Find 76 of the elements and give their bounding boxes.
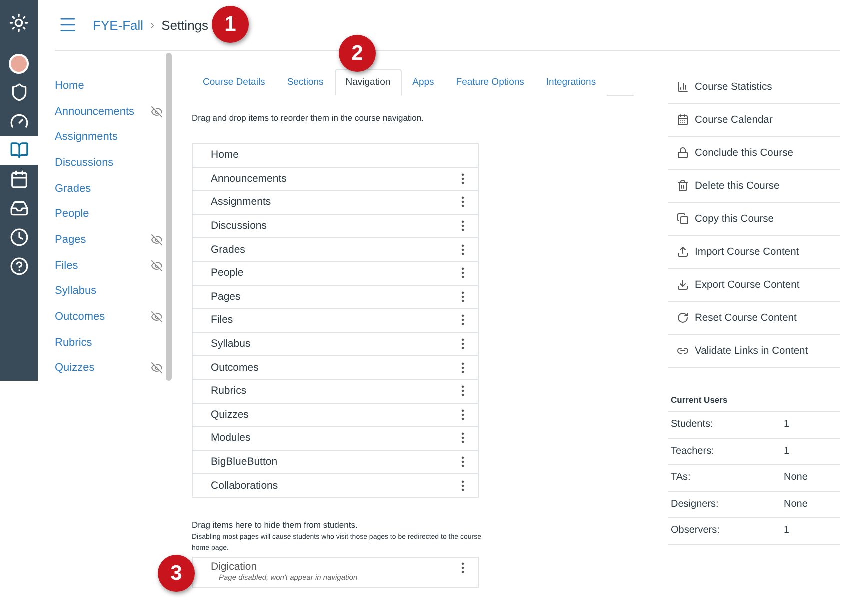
sidebar-action-link[interactable]: Copy this Course <box>668 203 840 236</box>
nav-item-row[interactable]: People <box>193 262 478 286</box>
sidebar-action-link[interactable]: Import Course Content <box>668 236 840 269</box>
course-nav-link[interactable]: Grades <box>55 176 163 202</box>
nav-item-row[interactable]: Assignments <box>193 191 478 215</box>
breadcrumb-current: Settings <box>162 18 209 32</box>
nav-item-row[interactable]: Home <box>193 144 478 168</box>
role-label: Teachers: <box>671 446 716 457</box>
download-icon <box>677 279 689 291</box>
help-icon[interactable] <box>10 257 28 276</box>
course-nav-link[interactable]: People <box>55 201 163 228</box>
course-nav-link[interactable]: Syllabus <box>55 278 163 304</box>
nav-item-row[interactable]: Modules <box>193 427 478 451</box>
course-nav-link[interactable]: Discussions <box>55 150 163 176</box>
calendar-icon <box>677 114 689 126</box>
sidebar-action-link[interactable]: Validate Links in Content <box>668 335 840 368</box>
breadcrumb-link[interactable]: FYE-Fall <box>93 18 144 32</box>
avatar-icon[interactable] <box>9 54 29 74</box>
course-nav-link[interactable]: Rubrics <box>55 330 163 356</box>
sidebar-action-link[interactable]: Course Calendar <box>668 104 840 137</box>
upload-icon <box>677 246 689 258</box>
instructions-text: Drag and drop items to reorder them in the course navigation. <box>192 113 425 123</box>
sidebar-action-link[interactable]: Delete this Course <box>668 170 840 203</box>
nav-item-row[interactable]: Pages <box>193 286 478 310</box>
disabled-item-label: Digication <box>211 560 258 573</box>
nav-item-row[interactable]: Files <box>193 309 478 333</box>
sidebar-action-link[interactable]: Export Course Content <box>668 269 840 302</box>
book-icon[interactable] <box>10 141 28 160</box>
scrollbar[interactable] <box>166 53 172 381</box>
callout-badge: 2 <box>339 35 376 72</box>
role-count: 1 <box>784 525 791 536</box>
trash-icon <box>677 180 689 192</box>
nav-item-row[interactable]: Announcements <box>193 168 478 192</box>
current-users-heading: Current Users <box>668 395 840 412</box>
nav-item-row[interactable]: Outcomes <box>193 356 478 380</box>
copy-icon <box>677 213 689 225</box>
calendar-icon[interactable] <box>10 170 28 189</box>
bar-chart-icon <box>677 81 689 93</box>
role-count: None <box>784 498 809 510</box>
dashboard-icon[interactable] <box>10 112 28 131</box>
nav-item-row[interactable]: Discussions <box>193 214 478 238</box>
role-label: Observers: <box>671 525 721 536</box>
nav-item-row[interactable]: Collaborations <box>193 474 478 498</box>
course-nav-link[interactable]: Assignments <box>55 124 163 150</box>
role-label: Designers: <box>671 498 720 510</box>
role-label: Students: <box>671 419 714 430</box>
callout-badge: 1 <box>212 6 249 43</box>
role-count: 1 <box>784 419 791 430</box>
nav-item-row[interactable]: BigBlueButton <box>193 450 478 474</box>
sidebar-action-link[interactable]: Conclude this Course <box>668 137 840 170</box>
course-nav-link[interactable]: Quizzes <box>55 355 163 382</box>
settings-tab[interactable]: Navigation <box>334 69 402 96</box>
link-icon <box>677 345 689 357</box>
inbox-icon[interactable] <box>10 199 28 218</box>
course-nav-link[interactable]: Outcomes <box>55 304 163 330</box>
course-nav-link[interactable]: Files <box>55 252 163 278</box>
course-nav-link[interactable]: Pages <box>55 227 163 253</box>
course-nav-link[interactable]: Announcements <box>55 98 163 124</box>
role-count: 1 <box>784 446 791 457</box>
nav-item-row[interactable]: Grades <box>193 238 478 262</box>
nav-item-row[interactable]: Quizzes <box>193 404 478 428</box>
reset-icon <box>677 312 689 324</box>
lock-icon <box>677 147 689 159</box>
callout-badge: 3 <box>158 555 195 592</box>
clock-icon[interactable] <box>10 228 28 247</box>
role-label: TAs: <box>671 472 692 484</box>
nav-item-row[interactable]: Rubrics <box>193 380 478 404</box>
sidebar-action-link[interactable]: Reset Course Content <box>668 302 840 335</box>
breadcrumb-separator: › <box>150 18 155 32</box>
role-count: None <box>784 472 809 484</box>
course-nav-link[interactable]: Home <box>55 73 163 99</box>
shield-icon[interactable] <box>10 83 28 102</box>
hidden-heading: Drag items here to hide them from students. <box>192 520 359 530</box>
nav-item-row[interactable]: Syllabus <box>193 332 478 356</box>
logo-icon[interactable] <box>9 12 29 32</box>
sidebar-action-link[interactable]: Course Statistics <box>668 71 840 104</box>
